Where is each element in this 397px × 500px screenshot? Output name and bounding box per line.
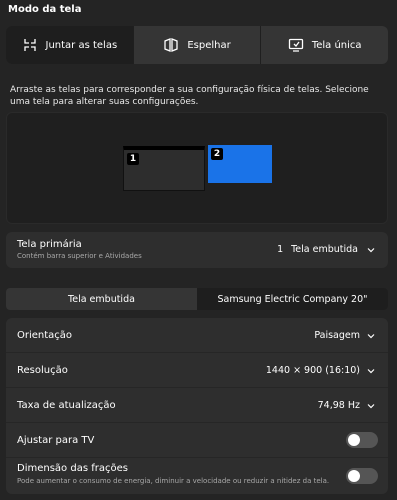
fractional-scaling-row[interactable]: Dimensão das frações Pode aumentar o con… xyxy=(6,458,388,494)
primary-display-dropdown[interactable]: 1 Tela embutida xyxy=(277,244,376,255)
section-title: Modo da tela xyxy=(8,4,82,15)
primary-display-title: Tela primária xyxy=(17,239,82,250)
mode-single-label: Tela única xyxy=(311,39,362,51)
resolution-dropdown[interactable]: 1440 × 900 (16:10) xyxy=(266,365,376,376)
mode-mirror-button[interactable]: Espelhar xyxy=(134,26,262,64)
single-display-icon xyxy=(288,38,303,52)
monitor-2-number: 2 xyxy=(211,148,223,160)
refresh-rate-label: Taxa de atualização xyxy=(17,400,116,411)
tab-samsung-display[interactable]: Samsung Electric Company 20" xyxy=(197,288,388,310)
resolution-value: 1440 × 900 (16:10) xyxy=(265,365,360,376)
chevron-down-icon xyxy=(367,247,375,252)
primary-display-value: Tela embutida xyxy=(291,244,358,255)
fractional-scaling-label: Dimensão das frações xyxy=(17,463,128,474)
primary-display-row[interactable]: Tela primária Contém barra superior e At… xyxy=(6,232,388,268)
join-displays-icon xyxy=(23,39,36,51)
chevron-down-icon xyxy=(367,333,375,338)
chevron-down-icon xyxy=(367,368,375,373)
fit-tv-label: Ajustar para TV xyxy=(17,435,95,446)
orientation-value: Paisagem xyxy=(314,330,360,341)
toggle-knob xyxy=(348,434,360,446)
display-mode-selector: Juntar as telas Espelhar Tela única xyxy=(6,26,388,64)
tab-builtin-display[interactable]: Tela embutida xyxy=(6,288,197,310)
orientation-row[interactable]: Orientação Paisagem xyxy=(6,318,388,353)
orientation-label: Orientação xyxy=(17,330,73,341)
fractional-scaling-subtitle: Pode aumentar o consumo de energia, dimi… xyxy=(17,477,330,485)
monitor-2-tile[interactable]: 2 xyxy=(208,145,272,183)
mode-join-displays-button[interactable]: Juntar as telas xyxy=(6,26,134,64)
orientation-dropdown[interactable]: Paisagem xyxy=(314,330,376,341)
toggle-knob xyxy=(348,470,360,482)
mirror-icon xyxy=(164,38,178,52)
monitor-1-number: 1 xyxy=(127,153,139,165)
fractional-scaling-toggle[interactable] xyxy=(346,468,378,484)
primary-display-subtitle: Contém barra superior e Atividades xyxy=(17,252,142,260)
refresh-rate-dropdown[interactable]: 74,98 Hz xyxy=(318,400,376,411)
resolution-label: Resolução xyxy=(17,365,68,376)
display-settings-list: Orientação Paisagem Resolução 1440 × 900… xyxy=(6,318,388,494)
display-tabs: Tela embutida Samsung Electric Company 2… xyxy=(6,288,388,310)
refresh-rate-row[interactable]: Taxa de atualização 74,98 Hz xyxy=(6,388,388,423)
arrangement-description: Arraste as telas para corresponder a sua… xyxy=(10,85,369,107)
mode-join-label: Juntar as telas xyxy=(45,39,118,51)
primary-display-number: 1 xyxy=(277,244,284,255)
resolution-row[interactable]: Resolução 1440 × 900 (16:10) xyxy=(6,353,388,388)
fit-tv-toggle[interactable] xyxy=(346,432,378,448)
mode-single-display-button[interactable]: Tela única xyxy=(261,26,388,64)
fit-tv-row[interactable]: Ajustar para TV xyxy=(6,423,388,458)
mode-mirror-label: Espelhar xyxy=(187,39,231,51)
monitor-1-tile[interactable]: 1 xyxy=(123,146,205,191)
chevron-down-icon xyxy=(367,403,375,408)
refresh-rate-value: 74,98 Hz xyxy=(317,400,360,411)
